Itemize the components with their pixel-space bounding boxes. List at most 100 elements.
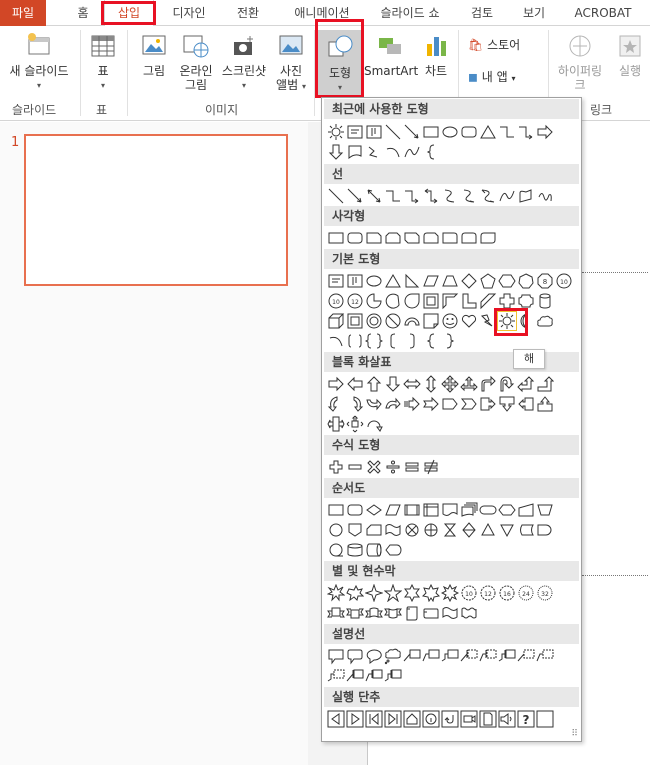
oval-callout-shape[interactable] (365, 647, 383, 665)
flowchart-manual-operation-shape[interactable] (536, 501, 554, 519)
teardrop-shape[interactable] (403, 292, 421, 310)
elbow-double-arrow-connector-shape[interactable] (422, 187, 440, 205)
bent-up-arrow-shape[interactable] (536, 375, 554, 393)
right-arrow-shape[interactable] (327, 375, 345, 393)
curved-left-arrow-shape[interactable] (346, 395, 364, 413)
equal-shape[interactable] (403, 458, 421, 476)
flowchart-delay-shape[interactable] (536, 521, 554, 539)
flowchart-preparation-shape[interactable] (498, 501, 516, 519)
snip-diagonal-rectangle-shape[interactable] (403, 229, 421, 247)
lightning-bolt-shape[interactable] (479, 312, 497, 330)
left-bracket-shape[interactable] (384, 332, 402, 350)
elbow-arrow-connector-shape[interactable] (403, 187, 421, 205)
slide-thumbnail[interactable] (24, 134, 288, 286)
tab-view[interactable]: 보기 (516, 0, 552, 26)
ribbon-up-shape[interactable] (327, 604, 345, 622)
flowchart-predefined-process-shape[interactable] (403, 501, 421, 519)
flowchart-manual-input-shape[interactable] (517, 501, 535, 519)
left-brace-shape[interactable] (422, 332, 440, 350)
curved-right-arrow-shape[interactable] (327, 395, 345, 413)
down-arrow-shape[interactable] (384, 375, 402, 393)
donut-shape[interactable] (365, 312, 383, 330)
right-triangle-shape[interactable] (403, 272, 421, 290)
half-frame-shape[interactable] (441, 292, 459, 310)
snip-round-rectangle-shape[interactable] (422, 229, 440, 247)
line-callout-3-border-and-accent-bar-shape[interactable] (384, 667, 402, 685)
flowchart-merge-shape[interactable] (498, 521, 516, 539)
flowchart-process-shape[interactable] (327, 501, 345, 519)
flowchart-terminator-shape[interactable] (479, 501, 497, 519)
star-6-point-shape[interactable] (403, 584, 421, 602)
screenshot-button[interactable]: 스크린샷 ▾ (218, 32, 270, 93)
flowchart-off-page-connector-shape[interactable] (346, 521, 364, 539)
vertical-text-box-shape[interactable] (346, 272, 364, 290)
tab-home[interactable]: 홈 (66, 0, 100, 26)
tab-animations[interactable]: 애니메이션 (284, 0, 360, 26)
star-24-point-shape[interactable]: 24 (517, 584, 535, 602)
arc-shape[interactable] (327, 332, 345, 350)
explosion-1-shape[interactable] (327, 584, 345, 602)
snip-corner-rectangle-shape[interactable] (365, 229, 383, 247)
curved-ribbon-up-shape[interactable] (365, 604, 383, 622)
sun-shape[interactable] (497, 311, 517, 331)
double-wave-shape[interactable] (460, 604, 478, 622)
line-shape[interactable] (327, 187, 345, 205)
circular-arrow-shape[interactable] (365, 415, 383, 433)
smiley-face-shape[interactable] (441, 312, 459, 330)
rounded-rectangular-callout-shape[interactable] (346, 647, 364, 665)
freeform-shape[interactable] (365, 143, 383, 161)
action-button[interactable]: 실행 (612, 32, 648, 78)
heptagon-shape[interactable] (517, 272, 535, 290)
action-movie-shape[interactable] (460, 710, 478, 728)
curved-up-arrow-shape[interactable] (365, 395, 383, 413)
line-arrow-shape[interactable] (403, 123, 421, 141)
flowchart-card-shape[interactable] (365, 521, 383, 539)
action-information-shape[interactable] (422, 710, 440, 728)
elbow-arrow-connector-shape[interactable] (517, 123, 535, 141)
decagon-shape[interactable]: 10 (327, 292, 345, 310)
text-box-shape[interactable] (346, 123, 364, 141)
triangle-shape[interactable] (479, 123, 497, 141)
line-callout-3-accent-bar-shape[interactable] (498, 647, 516, 665)
line-callout-2-shape[interactable] (422, 647, 440, 665)
online-picture-button[interactable]: 온라인 그림 (174, 32, 218, 92)
right-bracket-shape[interactable] (403, 332, 421, 350)
parallelogram-shape[interactable] (422, 272, 440, 290)
left-up-arrow-shape[interactable] (517, 375, 535, 393)
flowchart-extract-shape[interactable] (479, 521, 497, 539)
action-sound-shape[interactable] (498, 710, 516, 728)
star-4-point-shape[interactable] (365, 584, 383, 602)
action-forward-shape[interactable] (346, 710, 364, 728)
moon-shape[interactable] (517, 312, 535, 330)
hexagon-shape[interactable] (498, 272, 516, 290)
line-callout-3-shape[interactable] (441, 647, 459, 665)
double-brace-shape[interactable] (365, 332, 383, 350)
tab-acrobat[interactable]: ACROBAT (566, 0, 640, 26)
scribble-shape[interactable] (536, 187, 554, 205)
diagonal-stripe-shape[interactable] (479, 292, 497, 310)
left-brace-shape[interactable] (422, 143, 440, 161)
line-callout-1-shape[interactable] (403, 647, 421, 665)
notched-right-arrow-shape[interactable] (422, 395, 440, 413)
down-arrow-shape[interactable] (327, 143, 345, 161)
up-arrow-shape[interactable] (365, 375, 383, 393)
octagon-shape[interactable]: 8 (536, 272, 554, 290)
decagon-shape[interactable]: 10 (555, 272, 573, 290)
diamond-shape[interactable] (460, 272, 478, 290)
vertical-text-box-shape[interactable] (365, 123, 383, 141)
chart-button[interactable]: 차트 (418, 32, 454, 78)
divide-shape[interactable] (384, 458, 402, 476)
star-7-point-shape[interactable] (422, 584, 440, 602)
cross-shape[interactable] (498, 292, 516, 310)
chevron-shape[interactable] (460, 395, 478, 413)
down-arrow-callout-shape[interactable] (498, 395, 516, 413)
freeform-shape[interactable] (517, 187, 535, 205)
bevel-shape[interactable] (346, 312, 364, 330)
flowchart-stored-data-shape[interactable] (517, 521, 535, 539)
round-corner-rectangle-shape[interactable] (441, 229, 459, 247)
flowchart-data-shape[interactable] (384, 501, 402, 519)
snip-same-side-rectangle-shape[interactable] (384, 229, 402, 247)
curved-down-arrow-shape[interactable] (384, 395, 402, 413)
line-callout-2-border-and-accent-bar-shape[interactable] (365, 667, 383, 685)
flowchart-summing-junction-shape[interactable] (403, 521, 421, 539)
